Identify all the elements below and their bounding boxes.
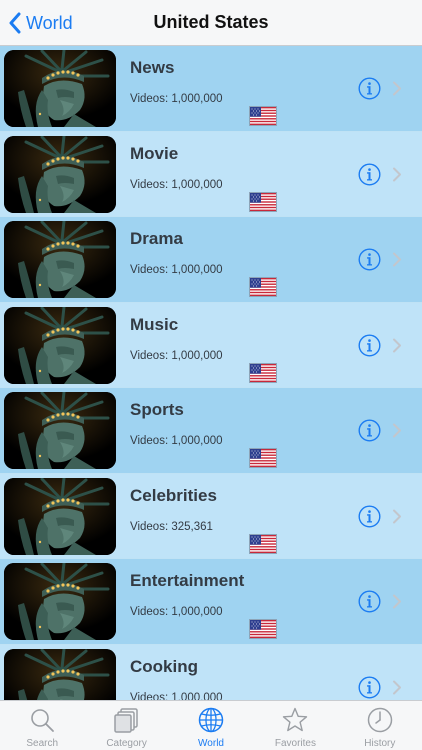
- statue-of-liberty-thumbnail: [4, 221, 116, 298]
- statue-of-liberty-thumbnail: [4, 648, 116, 700]
- row-video-count: Videos: 1,000,000: [130, 691, 223, 701]
- statue-of-liberty-thumbnail: [4, 135, 116, 213]
- row-video-count: Videos: 1,000,000: [130, 264, 223, 276]
- row-title: Drama: [130, 229, 183, 248]
- row-video-count: Videos: 1,000,000: [130, 349, 223, 362]
- list-item-cooking[interactable]: Cooking Videos: 1,000,000: [0, 644, 422, 701]
- list-item-sports[interactable]: Sports Videos: 1,000,000: [0, 388, 422, 474]
- search-icon: [28, 706, 56, 734]
- row-title: Movie: [130, 143, 179, 163]
- statue-of-liberty-thumbnail: [4, 50, 116, 127]
- row-video-count: Videos: 1,000,000: [130, 178, 223, 191]
- star-icon: [281, 706, 309, 734]
- us-flag-icon: [249, 448, 277, 468]
- tab-label: Favorites: [274, 738, 316, 749]
- tab-label: History: [364, 738, 396, 749]
- category-icon: [113, 706, 141, 734]
- tab-label: Search: [26, 738, 59, 749]
- statue-of-liberty-thumbnail: [4, 392, 116, 469]
- tab-label: World: [198, 738, 224, 749]
- row-title: Celebrities: [130, 485, 217, 505]
- tab-favorites[interactable]: Favorites: [253, 701, 337, 750]
- row-title: Cooking: [130, 656, 198, 676]
- app-screen: World United States News Videos: 1,000,0…: [0, 0, 422, 750]
- tab-world[interactable]: World: [169, 701, 253, 750]
- chevron-right-icon: [392, 680, 402, 695]
- info-icon[interactable]: [358, 419, 381, 442]
- statue-of-liberty-thumbnail: [4, 563, 116, 640]
- tab-label: Category: [106, 738, 147, 749]
- info-icon[interactable]: [358, 248, 381, 271]
- row-title: News: [130, 58, 175, 77]
- info-icon[interactable]: [358, 77, 381, 100]
- row-title: Sports: [130, 400, 184, 419]
- info-icon[interactable]: [358, 675, 381, 699]
- info-icon[interactable]: [358, 504, 381, 528]
- category-list[interactable]: News Videos: 1,000,000 Movie Videos: 1,0…: [0, 46, 422, 700]
- globe-icon: [197, 706, 225, 734]
- chevron-right-icon: [392, 423, 402, 438]
- list-item-movie[interactable]: Movie Videos: 1,000,000: [0, 131, 422, 217]
- info-icon[interactable]: [358, 590, 381, 613]
- row-title: Music: [130, 314, 179, 334]
- chevron-right-icon: [392, 252, 402, 267]
- page-title: United States: [153, 12, 269, 32]
- row-video-count: Videos: 325,361: [130, 520, 213, 533]
- list-item-news[interactable]: News Videos: 1,000,000: [0, 46, 422, 132]
- chevron-right-icon: [392, 338, 402, 353]
- us-flag-icon: [249, 277, 277, 297]
- chevron-right-icon: [392, 594, 402, 609]
- info-icon[interactable]: [358, 162, 381, 186]
- row-video-count: Videos: 1,000,000: [130, 606, 223, 618]
- us-flag-icon: [249, 362, 277, 383]
- us-flag-icon: [249, 191, 277, 212]
- row-title: Entertainment: [130, 571, 245, 590]
- info-icon[interactable]: [358, 333, 381, 357]
- list-item-music[interactable]: Music Videos: 1,000,000: [0, 302, 422, 388]
- chevron-right-icon: [392, 509, 402, 524]
- list-item-celebrities[interactable]: Celebrities Videos: 325,361: [0, 473, 422, 559]
- statue-of-liberty-thumbnail: [4, 477, 116, 555]
- us-flag-icon: [249, 106, 277, 126]
- tab-search[interactable]: Search: [0, 701, 84, 750]
- tab-history[interactable]: History: [338, 701, 422, 750]
- us-flag-icon: [249, 619, 277, 639]
- statue-of-liberty-thumbnail: [4, 306, 116, 384]
- row-video-count: Videos: 1,000,000: [130, 93, 223, 105]
- chevron-right-icon: [392, 81, 402, 96]
- tab-category[interactable]: Category: [84, 701, 168, 750]
- tab-bar: Search Category World Favorites History: [0, 700, 422, 750]
- list-item-entertainment[interactable]: Entertainment Videos: 1,000,000: [0, 559, 422, 645]
- chevron-right-icon: [392, 167, 402, 182]
- navigation-bar: World United States: [0, 0, 422, 46]
- clock-icon: [366, 706, 394, 734]
- list-item-drama[interactable]: Drama Videos: 1,000,000: [0, 217, 422, 303]
- row-video-count: Videos: 1,000,000: [130, 435, 223, 447]
- us-flag-icon: [249, 533, 277, 554]
